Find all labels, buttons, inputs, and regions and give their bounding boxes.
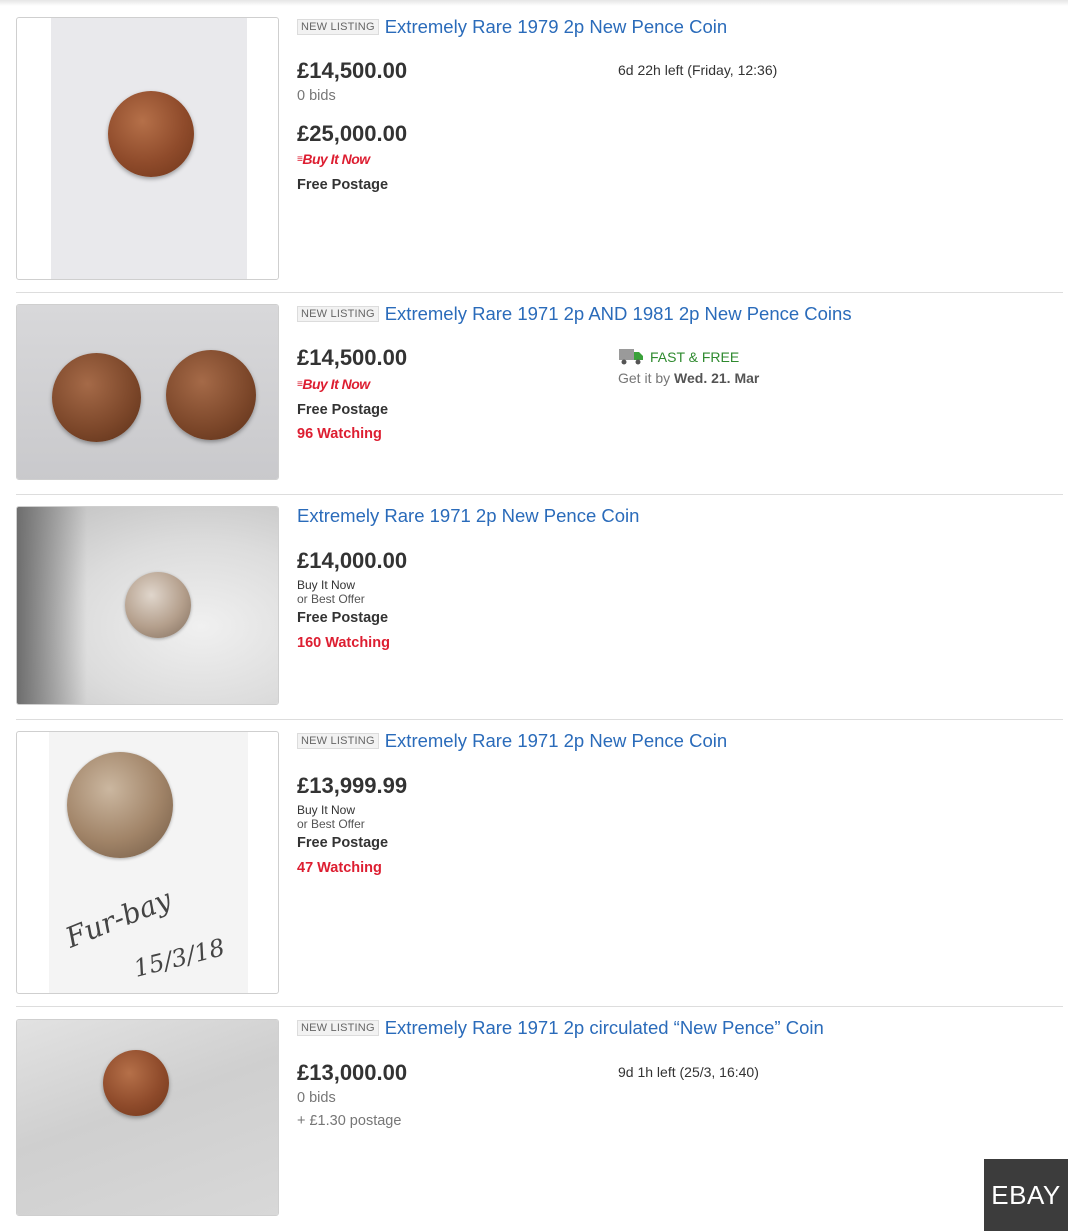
handwriting-line-1: Fur-bay bbox=[60, 882, 176, 955]
coin-image bbox=[67, 752, 173, 858]
listing-title-link[interactable]: Extremely Rare 1979 2p New Pence Coin bbox=[385, 16, 727, 37]
best-offer-label: or Best Offer bbox=[297, 592, 365, 606]
buy-it-now-logo: ≡Buy It Now bbox=[297, 376, 370, 392]
watch-count: 96 Watching bbox=[297, 426, 382, 442]
auction-price: £13,000.00 bbox=[297, 1060, 408, 1085]
auction-price: £14,500.00 bbox=[297, 58, 408, 83]
fast-free-shipping: FAST & FREE bbox=[618, 348, 739, 365]
new-listing-badge: NEW LISTING bbox=[297, 306, 379, 322]
coin-image-1971 bbox=[52, 353, 141, 442]
listing-item: NEW LISTING Extremely Rare 1971 2p AND 19… bbox=[0, 293, 1068, 495]
listing-thumbnail[interactable] bbox=[16, 1019, 279, 1216]
buy-it-now-logo: ≡Buy It Now bbox=[297, 151, 370, 167]
buy-it-now-price: £14,000.00 bbox=[297, 548, 408, 573]
time-left: 6d 22h left (Friday, 12:36) bbox=[618, 62, 778, 78]
listing-thumbnail[interactable] bbox=[16, 304, 279, 480]
listing-thumbnail[interactable]: Fur-bay 15/3/18 bbox=[16, 731, 279, 994]
listing-title-link[interactable]: Extremely Rare 1971 2p circulated “New P… bbox=[385, 1017, 824, 1038]
time-left: 9d 1h left (25/3, 16:40) bbox=[618, 1064, 759, 1080]
postage-info: Free Postage bbox=[297, 835, 389, 851]
listing-title-link[interactable]: Extremely Rare 1971 2p New Pence Coin bbox=[297, 505, 639, 526]
buy-it-now-price: £13,999.99 bbox=[297, 773, 408, 798]
new-listing-badge: NEW LISTING bbox=[297, 19, 379, 35]
listing-title-link[interactable]: Extremely Rare 1971 2p AND 1981 2p New P… bbox=[385, 303, 852, 324]
buy-it-now-label: Buy It Now bbox=[297, 803, 356, 817]
bid-count: 0 bids bbox=[297, 1090, 336, 1106]
coin-photo bbox=[17, 1020, 278, 1215]
listing-thumbnail[interactable] bbox=[16, 17, 279, 280]
postage-info: Free Postage bbox=[297, 177, 389, 193]
listing-item: NEW LISTING Extremely Rare 1979 2p New Pe… bbox=[0, 0, 1068, 293]
postage-info: Free Postage bbox=[297, 402, 389, 418]
new-listing-badge: NEW LISTING bbox=[297, 733, 379, 749]
buy-it-now-best-offer: Buy It Now or Best Offer bbox=[297, 803, 365, 831]
listing-item: Extremely Rare 1971 2p New Pence Coin £1… bbox=[0, 495, 1068, 720]
best-offer-label: or Best Offer bbox=[297, 817, 365, 831]
delivery-prefix: Get it by bbox=[618, 370, 671, 386]
delivery-estimate: Get it by Wed. 21. Mar bbox=[618, 370, 759, 386]
new-listing-badge: NEW LISTING bbox=[297, 1020, 379, 1036]
fast-free-label: FAST & FREE bbox=[650, 348, 740, 365]
bid-count: 0 bids bbox=[297, 88, 336, 104]
delivery-truck-icon bbox=[619, 349, 643, 365]
listing-thumbnail[interactable] bbox=[16, 506, 279, 705]
listing-item: NEW LISTING Extremely Rare 1971 2p circul… bbox=[0, 1007, 1068, 1231]
shadow-area bbox=[17, 507, 87, 704]
coin-image bbox=[108, 91, 194, 177]
handwriting-line-2: 15/3/18 bbox=[130, 933, 228, 983]
delivery-date: Wed. 21. Mar bbox=[674, 370, 760, 386]
buy-it-now-best-offer: Buy It Now or Best Offer bbox=[297, 578, 365, 606]
buy-it-now-price: £14,500.00 bbox=[297, 345, 408, 370]
buy-it-now-price: £25,000.00 bbox=[297, 121, 408, 146]
buy-it-now-label: Buy It Now bbox=[297, 578, 356, 592]
coin-image bbox=[125, 572, 191, 638]
postage-info: Free Postage bbox=[297, 610, 389, 626]
watch-count: 47 Watching bbox=[297, 860, 382, 876]
postage-info: + £1.30 postage bbox=[297, 1113, 402, 1129]
handwriting-note: Fur-bay 15/3/18 bbox=[60, 882, 243, 983]
listing-title-link[interactable]: Extremely Rare 1971 2p New Pence Coin bbox=[385, 730, 727, 751]
listing-item: Fur-bay 15/3/18 NEW LISTING Extremely Rar… bbox=[0, 720, 1068, 1007]
coin-image bbox=[103, 1050, 169, 1116]
coin-image-1981 bbox=[166, 350, 256, 440]
watch-count: 160 Watching bbox=[297, 635, 390, 651]
ebay-corner-tag: EBAY bbox=[984, 1159, 1068, 1231]
